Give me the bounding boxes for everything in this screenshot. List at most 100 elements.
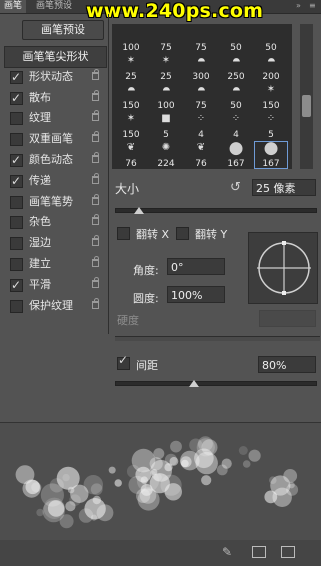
- settings-item-checkbox[interactable]: [10, 67, 23, 87]
- brush-tip-size: 100: [122, 43, 140, 53]
- settings-item[interactable]: 双重画笔: [6, 129, 105, 149]
- angle-roundness-widget[interactable]: [248, 232, 318, 304]
- settings-item[interactable]: 颜色动态: [6, 150, 105, 170]
- preview-bokeh-dot: [181, 459, 189, 468]
- panel-menu-icon[interactable]: ≡: [309, 2, 319, 10]
- settings-item-checkbox[interactable]: [10, 299, 23, 313]
- brush-tip[interactable]: ⁘ 4: [184, 112, 218, 140]
- settings-item-checkbox[interactable]: [10, 216, 23, 230]
- spacing-checkbox[interactable]: [117, 353, 130, 370]
- brush-tip[interactable]: ✶ 150: [254, 83, 288, 111]
- settings-item-checkbox[interactable]: [10, 150, 23, 170]
- brush-tip[interactable]: ⁘ 5: [254, 112, 288, 140]
- brush-tip[interactable]: ◖ 100: [149, 83, 183, 111]
- brush-tip[interactable]: 75: [149, 25, 183, 53]
- lock-icon[interactable]: [92, 68, 99, 80]
- brush-tip[interactable]: ✶ 150: [114, 112, 148, 140]
- settings-item-checkbox[interactable]: [10, 133, 23, 147]
- collapse-icon[interactable]: »: [296, 2, 306, 10]
- settings-item-checkbox[interactable]: [10, 237, 23, 251]
- settings-item-checkbox[interactable]: [10, 258, 23, 271]
- settings-item-checkbox[interactable]: [10, 171, 23, 191]
- angle-roundness-dial[interactable]: [249, 233, 317, 303]
- preview-bokeh-dot: [114, 479, 122, 487]
- flip-x-toggle[interactable]: 翻转 X: [117, 225, 169, 242]
- size-field[interactable]: 25 像素: [252, 179, 316, 196]
- settings-item[interactable]: 纹理: [6, 108, 105, 128]
- lock-icon[interactable]: [92, 276, 99, 288]
- settings-item[interactable]: 散布: [6, 88, 105, 108]
- tab-brush-presets[interactable]: 画笔预设: [32, 0, 76, 13]
- brush-tip[interactable]: ● 167: [254, 138, 288, 169]
- brush-tip[interactable]: ❦ 76: [114, 141, 148, 169]
- settings-item-label: 颜色动态: [29, 153, 73, 166]
- brush-tip-size: 4: [198, 130, 204, 140]
- settings-item[interactable]: 画笔笔尖形状: [4, 46, 107, 68]
- spacing-field[interactable]: 80%: [258, 356, 316, 373]
- preview-bokeh-dot: [136, 469, 160, 492]
- flip-x-checkbox[interactable]: [117, 227, 130, 240]
- lock-icon[interactable]: [92, 172, 99, 184]
- size-slider-track[interactable]: [115, 208, 317, 213]
- settings-item-checkbox[interactable]: [10, 112, 23, 126]
- preview-bokeh-dot: [96, 504, 114, 522]
- brush-tip[interactable]: ◖ 50: [219, 83, 253, 111]
- brush-tip[interactable]: ⁘ 4: [219, 112, 253, 140]
- lock-icon[interactable]: [92, 131, 99, 143]
- new-preset-icon[interactable]: [281, 546, 295, 558]
- lock-icon[interactable]: [92, 193, 99, 205]
- lock-icon[interactable]: [92, 89, 99, 101]
- angle-field[interactable]: 0°: [167, 258, 225, 275]
- brush-tip[interactable]: ◖ 150: [114, 83, 148, 111]
- grid-view-icon[interactable]: [252, 546, 266, 558]
- settings-item[interactable]: 建立: [6, 254, 105, 274]
- brush-tip[interactable]: ✺ 224: [149, 141, 183, 169]
- brush-tip[interactable]: ■ 5: [149, 112, 183, 140]
- toggle-live-tip-icon[interactable]: ✎: [222, 545, 232, 559]
- spacing-slider-thumb[interactable]: [189, 380, 199, 387]
- brush-tip-circle-icon: ●: [228, 138, 244, 158]
- size-slider-thumb[interactable]: [134, 207, 144, 214]
- brush-stroke-preview: [0, 422, 321, 541]
- lock-icon[interactable]: [92, 214, 99, 226]
- settings-item-checkbox[interactable]: [10, 275, 23, 295]
- brush-tip[interactable]: ◖ 75: [184, 83, 218, 111]
- roundness-field[interactable]: 100%: [167, 286, 225, 303]
- lock-icon[interactable]: [92, 297, 99, 309]
- flip-y-toggle[interactable]: 翻转 Y: [176, 225, 227, 242]
- lock-icon[interactable]: [92, 235, 99, 247]
- brush-tip-size: 224: [157, 159, 175, 169]
- brush-tip[interactable]: ● 167: [219, 138, 253, 169]
- scrollbar-thumb[interactable]: [302, 95, 311, 117]
- brush-tip[interactable]: ◖ 200: [254, 54, 288, 82]
- brush-tip[interactable]: 100: [114, 25, 148, 53]
- preview-bokeh-stroke: [15, 436, 299, 529]
- brush-tip-size: 75: [195, 101, 207, 111]
- tab-brush[interactable]: 画笔: [0, 0, 27, 13]
- spacing-slider-track[interactable]: [115, 381, 317, 386]
- brush-tip-circle-icon: ●: [263, 138, 279, 158]
- spacing-toggle[interactable]: [117, 353, 131, 371]
- settings-item[interactable]: 保护纹理: [6, 296, 105, 316]
- brush-presets-button[interactable]: 画笔预设: [22, 20, 104, 40]
- reset-size-icon[interactable]: ↺: [230, 180, 241, 195]
- settings-item[interactable]: 杂色: [6, 212, 105, 232]
- settings-item[interactable]: 平滑: [6, 275, 105, 295]
- settings-item[interactable]: 传递: [6, 171, 105, 191]
- brush-tip-size: 50: [230, 101, 242, 111]
- lock-icon[interactable]: [92, 152, 99, 163]
- brush-tip-splat-icon: ✺: [161, 142, 171, 153]
- preview-bokeh-dot: [170, 440, 182, 453]
- settings-item-label: 画笔笔势: [29, 194, 73, 208]
- settings-item[interactable]: 形状动态: [6, 67, 105, 87]
- brush-tip-star-icon: ✶: [126, 113, 136, 124]
- lock-icon[interactable]: [92, 110, 99, 122]
- settings-item-checkbox[interactable]: [10, 195, 23, 209]
- flip-y-checkbox[interactable]: [176, 227, 189, 240]
- brush-tip[interactable]: ❦ 76: [184, 141, 218, 169]
- settings-item-checkbox[interactable]: [10, 88, 23, 108]
- lock-icon[interactable]: [92, 256, 99, 267]
- settings-item[interactable]: 湿边: [6, 233, 105, 253]
- preview-bokeh-dot: [49, 478, 64, 493]
- settings-item[interactable]: 画笔笔势: [6, 192, 105, 212]
